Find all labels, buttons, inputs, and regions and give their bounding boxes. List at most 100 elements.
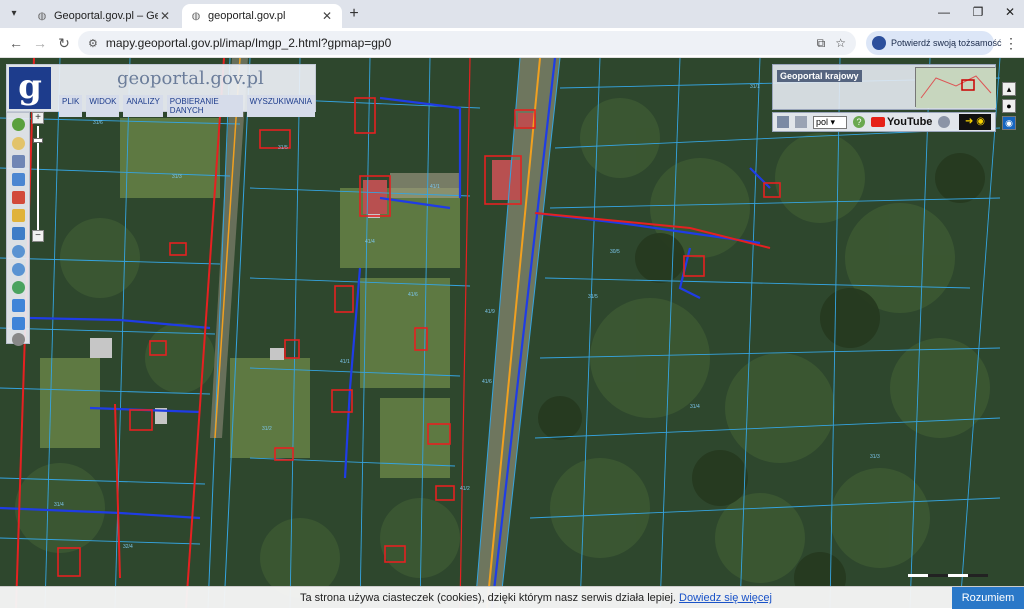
svg-text:41/2: 41/2 (460, 486, 470, 492)
menu-analizy[interactable]: ANALIZY (123, 95, 163, 117)
close-icon[interactable]: ✕ (320, 9, 334, 23)
tab-search-button[interactable]: ▾ (6, 6, 22, 22)
select-area-icon[interactable] (12, 173, 25, 186)
youtube-label: YouTube (887, 116, 933, 128)
tab-geoportal[interactable]: ◍ geoportal.gov.pl ✕ (182, 4, 342, 28)
menu-widok[interactable]: WIDOK (86, 95, 120, 117)
pencil-icon[interactable] (12, 209, 25, 222)
overview-map-image (916, 68, 996, 108)
browser-toolbar: ← → ↻ ⚙ mapy.geoportal.gov.pl/imap/Imgp_… (0, 28, 1024, 58)
svg-text:31/3: 31/3 (172, 174, 182, 180)
coordinates-icon[interactable] (12, 227, 25, 240)
svg-text:41/6: 41/6 (408, 292, 418, 298)
tab-geoportal-info[interactable]: ◍ Geoportal.gov.pl – Geoportal In ✕ (28, 4, 180, 28)
contrast-toggle[interactable]: ➜ ◉ (959, 114, 991, 130)
close-icon[interactable]: ✕ (158, 9, 172, 23)
forward-button[interactable]: → (32, 35, 48, 51)
cookie-message: Ta strona używa ciasteczek (cookies), dz… (300, 592, 772, 604)
tab-strip: ▾ ◍ Geoportal.gov.pl – Geoportal In ✕ ◍ … (0, 0, 1024, 28)
zoom-in-button[interactable]: + (32, 112, 44, 124)
star-icon[interactable]: ☆ (835, 36, 846, 50)
svg-text:41/9: 41/9 (485, 309, 495, 315)
next-view-icon[interactable] (12, 317, 25, 330)
svg-text:31/5: 31/5 (588, 294, 598, 300)
globe-icon: ◍ (191, 10, 201, 22)
tab-title: Geoportal.gov.pl – Geoportal In (54, 10, 158, 22)
layers-icon[interactable] (12, 155, 25, 168)
language-value: pol (816, 116, 829, 127)
cookie-accept-button[interactable]: Rozumiem (952, 587, 1024, 609)
install-icon[interactable]: ⧉ (817, 36, 826, 51)
zoom-out-icon[interactable] (12, 263, 25, 276)
accessibility-icon[interactable] (938, 116, 951, 128)
cookie-text: Ta strona używa ciasteczek (cookies), dz… (300, 592, 676, 604)
restore-button[interactable]: ❐ (970, 5, 986, 19)
overview-up-icon[interactable]: ▴ (1002, 82, 1016, 96)
svg-text:31/4: 31/4 (54, 502, 64, 508)
logo-text: geoportal.gov.pl (117, 68, 264, 89)
svg-text:32/4: 32/4 (123, 544, 133, 550)
map-tools (6, 112, 30, 346)
geoportal-logo[interactable]: g (9, 67, 51, 109)
menu-pobieranie-danych[interactable]: POBIERANIE DANYCH (166, 95, 243, 117)
tab-title: geoportal.gov.pl (208, 10, 286, 22)
previous-view-icon[interactable] (12, 299, 25, 312)
pan-icon[interactable] (12, 137, 25, 150)
youtube-link[interactable]: YouTube (871, 116, 932, 128)
legend-icon[interactable] (777, 116, 789, 128)
menu-plik[interactable]: PLIK (59, 95, 83, 117)
print-icon[interactable] (795, 116, 807, 128)
scale-bar (908, 572, 998, 586)
svg-text:31/2: 31/2 (262, 426, 272, 432)
map-canvas[interactable]: 31/6 31/3 31/5 41/1 41/4 30/5 41/6 41/9 31/5 4… (0, 58, 1024, 608)
close-window-button[interactable]: ✕ (1002, 5, 1018, 19)
scale-bar-graphic (908, 574, 988, 577)
svg-text:31/4: 31/4 (690, 404, 700, 410)
zoom-handle[interactable] (33, 138, 43, 143)
eye-icon[interactable]: ◉ (1002, 116, 1016, 130)
main-menu: PLIK WIDOK ANALIZY POBIERANIE DANYCH WYS… (59, 95, 315, 117)
svg-text:31/3: 31/3 (870, 454, 880, 460)
url-text[interactable]: mapy.geoportal.gov.pl/imap/Imgp_2.html?g… (106, 36, 807, 50)
map-image: 31/6 31/3 31/5 41/1 41/4 30/5 41/6 41/9 31/5 4… (0, 58, 1024, 608)
svg-text:30/5: 30/5 (610, 249, 620, 255)
full-extent-icon[interactable] (12, 333, 25, 346)
zoom-in-icon[interactable] (12, 245, 25, 258)
identity-button[interactable]: Potwierdź swoją tożsamość (866, 31, 1002, 55)
cookie-learn-more-link[interactable]: Dowiedz się więcej (679, 592, 772, 604)
cookie-banner: Ta strona używa ciasteczek (cookies), dz… (0, 586, 1024, 609)
svg-text:31/6: 31/6 (93, 120, 103, 126)
zoom-out-button[interactable]: − (32, 230, 44, 242)
reload-button[interactable]: ↻ (56, 35, 72, 51)
svg-text:31/1: 31/1 (750, 84, 760, 90)
language-select[interactable]: pol ▾ (813, 115, 847, 129)
globe-icon: ◍ (37, 10, 47, 22)
minimize-button[interactable]: — (936, 5, 952, 19)
back-button[interactable]: ← (8, 35, 24, 51)
secondary-toolbar: pol ▾ ? YouTube ➜ ◉ (772, 112, 996, 132)
menu-wyszukiwania[interactable]: WYSZUKIWANIA (246, 95, 315, 117)
svg-text:41/6: 41/6 (482, 379, 492, 385)
overview-buttons: ▴ ● ◉ (1002, 82, 1018, 136)
zoom-slider[interactable]: + − (31, 112, 45, 244)
overview-layer-icon[interactable]: ● (1002, 99, 1016, 113)
app-header: g geoportal.gov.pl PLIK WIDOK ANALIZY PO… (6, 64, 316, 117)
overview-map[interactable] (915, 67, 996, 108)
identity-label: Potwierdź swoją tożsamość (891, 38, 1002, 48)
tune-icon[interactable]: ⚙ (88, 37, 98, 50)
svg-text:41/1: 41/1 (430, 184, 440, 190)
kebab-icon[interactable]: ⋮ (1004, 35, 1018, 52)
new-tab-button[interactable]: + (346, 6, 362, 22)
help-icon[interactable]: ? (853, 116, 865, 128)
address-bar[interactable]: ⚙ mapy.geoportal.gov.pl/imap/Imgp_2.html… (78, 31, 856, 55)
info-icon[interactable] (12, 118, 25, 131)
youtube-icon (871, 117, 885, 127)
overview-map-panel: Geoportal krajowy (772, 64, 996, 110)
svg-text:41/4: 41/4 (365, 239, 375, 245)
svg-text:31/5: 31/5 (278, 145, 288, 151)
globe-icon[interactable] (12, 281, 25, 294)
measure-icon[interactable] (12, 191, 25, 204)
overview-label: Geoportal krajowy (777, 70, 862, 82)
identity-icon (872, 36, 886, 50)
svg-text:41/1: 41/1 (340, 359, 350, 365)
